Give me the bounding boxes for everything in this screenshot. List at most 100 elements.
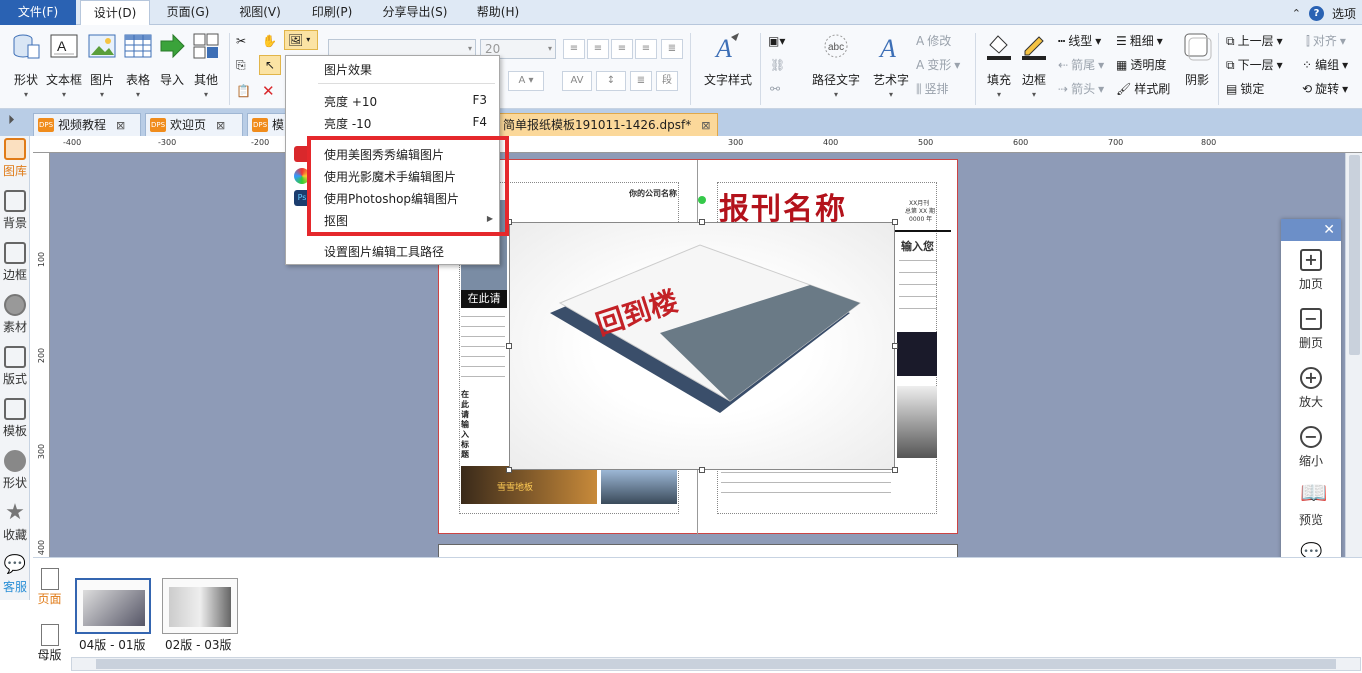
sidebar-item-template[interactable]: 模板 bbox=[0, 398, 30, 439]
sidebar-item-layout[interactable]: 版式 bbox=[0, 346, 30, 387]
options-button[interactable]: 选项 bbox=[1332, 5, 1356, 22]
char-spacing-icon[interactable]: AV bbox=[562, 71, 592, 91]
tab-video-tutorial[interactable]: DPS 视频教程 ⊠ bbox=[33, 113, 141, 136]
sidebar-item-library[interactable]: 图库 bbox=[0, 138, 30, 179]
art-text-button[interactable]: A 艺术字 ▾ bbox=[866, 31, 916, 103]
menu-view[interactable]: 视图(V) bbox=[230, 2, 290, 23]
paste-icon[interactable]: 📋 bbox=[236, 81, 251, 101]
rotate-handle[interactable] bbox=[698, 196, 706, 204]
menu-help[interactable]: 帮助(H) bbox=[468, 2, 528, 23]
delete-page-button[interactable]: − 删页 bbox=[1281, 308, 1341, 351]
sidebar-item-material[interactable]: 素材 bbox=[0, 294, 30, 335]
text-link-icon[interactable]: ▣▾ bbox=[768, 31, 785, 51]
modify-button[interactable]: A 修改 bbox=[916, 31, 951, 51]
lock-button[interactable]: ▤ 锁定 bbox=[1226, 79, 1264, 99]
send-backward-button[interactable]: ⧉ 下一层 ▾ bbox=[1226, 55, 1283, 75]
resize-handle[interactable] bbox=[506, 467, 512, 473]
arrow-tail-button[interactable]: ⇠ 箭尾 ▾ bbox=[1058, 55, 1104, 75]
fill-button[interactable]: 填充 ▾ bbox=[982, 31, 1016, 103]
font-color-button[interactable]: A ▾ bbox=[508, 71, 544, 91]
sidebar-item-favorite[interactable]: ★ 收藏 bbox=[0, 502, 30, 543]
sidebar-item-service[interactable]: 💬 客服 bbox=[0, 554, 30, 595]
selected-book-image[interactable]: 回到楼 bbox=[509, 222, 895, 470]
menu-share-export[interactable]: 分享导出(S) bbox=[372, 2, 458, 23]
transform-button[interactable]: A 变形 ▾ bbox=[916, 55, 960, 75]
line-type-button[interactable]: ┅ 线型 ▾ bbox=[1058, 31, 1101, 51]
sidebar-item-border[interactable]: 边框 bbox=[0, 242, 30, 283]
menu-page[interactable]: 页面(G) bbox=[158, 2, 218, 23]
cut-icon[interactable]: ✂ bbox=[236, 31, 246, 51]
bring-forward-button[interactable]: ⧉ 上一层 ▾ bbox=[1226, 31, 1283, 51]
collapse-ribbon-icon[interactable]: ⌃ bbox=[1292, 7, 1301, 20]
menu-design[interactable]: 设计(D) bbox=[80, 0, 150, 25]
other-button[interactable]: 其他 ▾ bbox=[184, 31, 228, 103]
help-icon[interactable]: ? bbox=[1308, 5, 1324, 21]
menu-print[interactable]: 印刷(P) bbox=[302, 2, 362, 23]
line-spacing-icon[interactable]: ↕ bbox=[596, 71, 626, 91]
align-right-icon[interactable]: ≡ bbox=[611, 39, 633, 59]
newspaper-page[interactable]: 你的公司名称 在此请 在此请输入标题 雪雪地板 报刊名称 XX月刊 总第 XX … bbox=[438, 159, 958, 535]
indent-icon[interactable]: ≣ bbox=[630, 71, 652, 91]
paragraph-icon[interactable]: 段 bbox=[656, 71, 678, 91]
justify-icon[interactable]: ≡ bbox=[635, 39, 657, 59]
zoom-in-button[interactable]: + 放大 bbox=[1281, 367, 1341, 410]
align-center-icon[interactable]: ≡ bbox=[587, 39, 609, 59]
delete-icon[interactable]: ✕ bbox=[262, 81, 275, 101]
shadow-button[interactable]: 阴影 bbox=[1180, 31, 1214, 103]
arrow-head-button[interactable]: ⇢ 箭头 ▾ bbox=[1058, 79, 1104, 99]
text-line bbox=[899, 272, 937, 273]
close-icon[interactable]: ⊠ bbox=[116, 115, 125, 136]
path-text-button[interactable]: abc 路径文字 ▾ bbox=[808, 31, 864, 103]
tab-template[interactable]: DPS 模 bbox=[247, 113, 287, 136]
add-page-button[interactable]: + 加页 bbox=[1281, 249, 1341, 292]
resize-handle[interactable] bbox=[506, 343, 512, 349]
transparency-button[interactable]: ▦ 透明度 bbox=[1116, 55, 1166, 75]
distribute-icon[interactable]: ≣ bbox=[661, 39, 683, 59]
tab-newspaper-template[interactable]: 简单报纸模板191011-1426.dpsf* ⊠ bbox=[498, 113, 718, 136]
zoom-out-button[interactable]: − 缩小 bbox=[1281, 426, 1341, 469]
copy-icon[interactable]: ⎘ bbox=[236, 55, 246, 75]
scroll-thumb[interactable] bbox=[1349, 155, 1360, 355]
close-icon[interactable]: ✕ bbox=[1323, 221, 1335, 239]
menu-item-brightness-down[interactable]: 亮度 -10 bbox=[324, 115, 371, 132]
menu-file[interactable]: 文件(F) bbox=[0, 0, 76, 25]
scroll-thumb[interactable] bbox=[96, 659, 1336, 669]
rotate-button[interactable]: ⟲ 旋转 ▾ bbox=[1302, 79, 1348, 99]
resize-handle[interactable] bbox=[699, 219, 705, 225]
close-icon[interactable]: ⊠ bbox=[701, 115, 710, 136]
chain-link-icon[interactable]: ⛓ bbox=[770, 55, 785, 75]
menu-item-brightness-up[interactable]: 亮度 +10 bbox=[324, 93, 377, 110]
unlink-icon[interactable]: ⚯ bbox=[770, 79, 780, 99]
align-left-icon[interactable]: ≡ bbox=[563, 39, 585, 59]
tab-master[interactable]: 母版 bbox=[33, 624, 66, 663]
preview-button[interactable]: 📖 预览 bbox=[1281, 483, 1341, 528]
resize-handle[interactable] bbox=[699, 467, 705, 473]
horizontal-scrollbar[interactable] bbox=[71, 657, 1361, 671]
text-style-button[interactable]: A 文字样式 bbox=[700, 31, 756, 103]
menu-item-image-effects[interactable]: 图片效果 bbox=[324, 61, 372, 78]
select-pointer-icon[interactable]: ↖ bbox=[259, 55, 281, 75]
sidebar-toggle-icon[interactable]: ⏵ bbox=[8, 113, 15, 128]
resize-handle[interactable] bbox=[892, 343, 898, 349]
align-button[interactable]: ⫿ 对齐 ▾ bbox=[1306, 31, 1346, 51]
close-icon[interactable]: ⊠ bbox=[216, 115, 225, 136]
tab-pages[interactable]: 页面 bbox=[33, 568, 66, 607]
resize-handle[interactable] bbox=[892, 467, 898, 473]
format-brush-button[interactable]: 🖌 样式刷 bbox=[1116, 79, 1170, 99]
vertical-button[interactable]: ⫼ 竖排 bbox=[916, 79, 949, 99]
page-thumbnail-2[interactable] bbox=[162, 578, 238, 634]
vertical-scrollbar[interactable] bbox=[1345, 153, 1362, 557]
sidebar-item-background[interactable]: 背景 bbox=[0, 190, 30, 231]
group-button[interactable]: ⁘ 编组 ▾ bbox=[1302, 55, 1348, 75]
menu-item-set-tool-path[interactable]: 设置图片编辑工具路径 bbox=[324, 243, 444, 260]
line-weight-button[interactable]: ☰ 粗细 ▾ bbox=[1116, 31, 1163, 51]
hand-icon[interactable]: ✋ bbox=[262, 31, 277, 51]
sidebar-item-shape[interactable]: 形状 bbox=[0, 450, 30, 491]
border-button[interactable]: 边框 ▾ bbox=[1016, 31, 1052, 103]
resize-handle[interactable] bbox=[892, 219, 898, 225]
image-tools-button[interactable]: 🖼 ▾ bbox=[284, 30, 318, 50]
page-thumbnail-1[interactable] bbox=[75, 578, 151, 634]
tab-welcome[interactable]: DPS 欢迎页 ⊠ bbox=[145, 113, 243, 136]
design-canvas[interactable]: 你的公司名称 在此请 在此请输入标题 雪雪地板 报刊名称 XX月刊 总第 XX … bbox=[50, 153, 1345, 557]
newspaper-page-2[interactable] bbox=[438, 544, 958, 557]
